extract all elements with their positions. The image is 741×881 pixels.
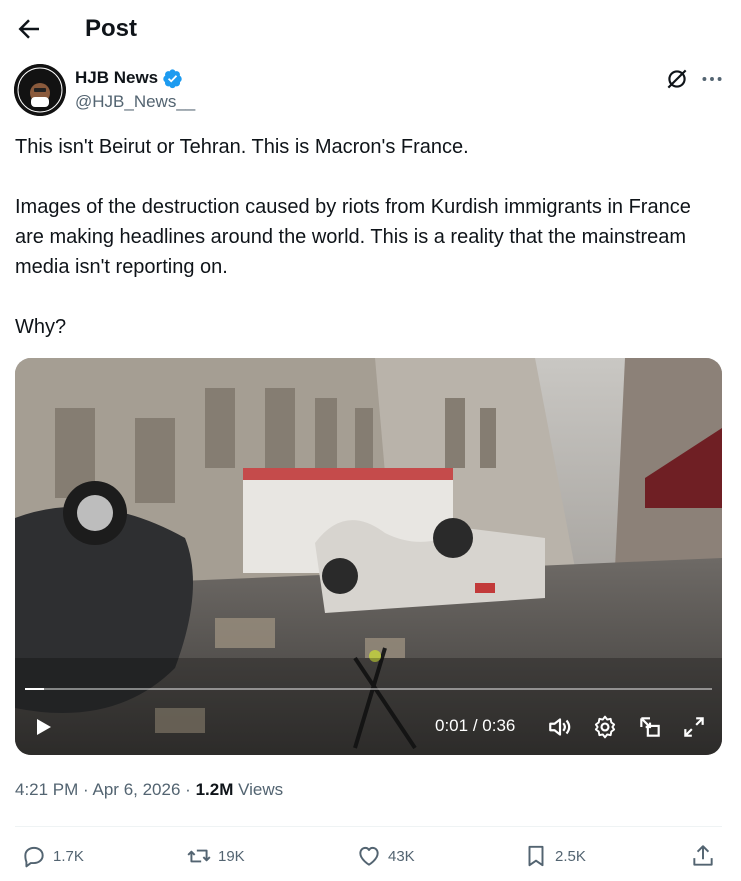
page-title: Post: [85, 15, 138, 42]
author-row: HJB News @HJB_News__: [14, 64, 726, 120]
bookmark-count: 2.5K: [555, 847, 586, 865]
views-count: 1.2M: [195, 780, 234, 799]
meta-separator: ·: [83, 780, 89, 799]
fullscreen-icon[interactable]: [681, 712, 707, 742]
post-date[interactable]: Apr 6, 2026: [93, 780, 181, 799]
video-time: 0:01 / 0:36: [435, 715, 515, 737]
post-header: Post: [0, 0, 741, 58]
like-button[interactable]: 43K: [356, 840, 415, 872]
post-text: This isn't Beirut or Tehran. This is Mac…: [15, 136, 691, 338]
arrow-left-icon[interactable]: [14, 14, 44, 44]
heart-icon: [359, 846, 379, 866]
bookmark-button[interactable]: 2.5K: [523, 840, 586, 872]
reply-count: 1.7K: [53, 847, 84, 865]
grok-icon[interactable]: [664, 66, 690, 92]
repost-count: 19K: [218, 847, 245, 865]
repost-button[interactable]: 19K: [186, 840, 245, 872]
author-name[interactable]: HJB News: [75, 67, 158, 89]
post-metadata: 4:21 PM · Apr 6, 2026 · 1.2M Views: [15, 779, 283, 801]
picture-in-picture-icon[interactable]: [637, 712, 663, 742]
bookmark-icon: [528, 845, 544, 867]
avatar[interactable]: [14, 64, 66, 116]
settings-gear-icon[interactable]: [592, 712, 618, 742]
video-progress-bar[interactable]: [25, 688, 712, 690]
post-time[interactable]: 4:21 PM: [15, 780, 78, 799]
video-current-time: 0:01: [435, 716, 469, 735]
video-time-separator: /: [468, 716, 483, 735]
video-duration: 0:36: [482, 716, 516, 735]
video-frame: [15, 358, 722, 755]
reply-icon: [24, 846, 44, 868]
meta-separator: ·: [185, 780, 191, 799]
share-button[interactable]: [690, 840, 716, 872]
verified-badge-icon[interactable]: [162, 68, 183, 89]
action-bar: 1.7K 19K 43K 2.5K: [0, 840, 741, 872]
play-icon[interactable]: [31, 712, 55, 742]
repost-icon: [187, 849, 211, 863]
volume-icon[interactable]: [547, 712, 573, 742]
views-label: Views: [238, 780, 284, 799]
like-count: 43K: [388, 847, 415, 865]
author-name-row: HJB News: [75, 67, 183, 89]
video-player[interactable]: 0:01 / 0:36: [15, 358, 722, 755]
video-progress-fill: [25, 688, 45, 690]
divider: [15, 826, 722, 827]
author-handle[interactable]: @HJB_News__: [75, 91, 195, 113]
reply-button[interactable]: 1.7K: [21, 840, 84, 872]
more-options-icon[interactable]: [699, 66, 725, 92]
share-icon: [693, 845, 713, 866]
